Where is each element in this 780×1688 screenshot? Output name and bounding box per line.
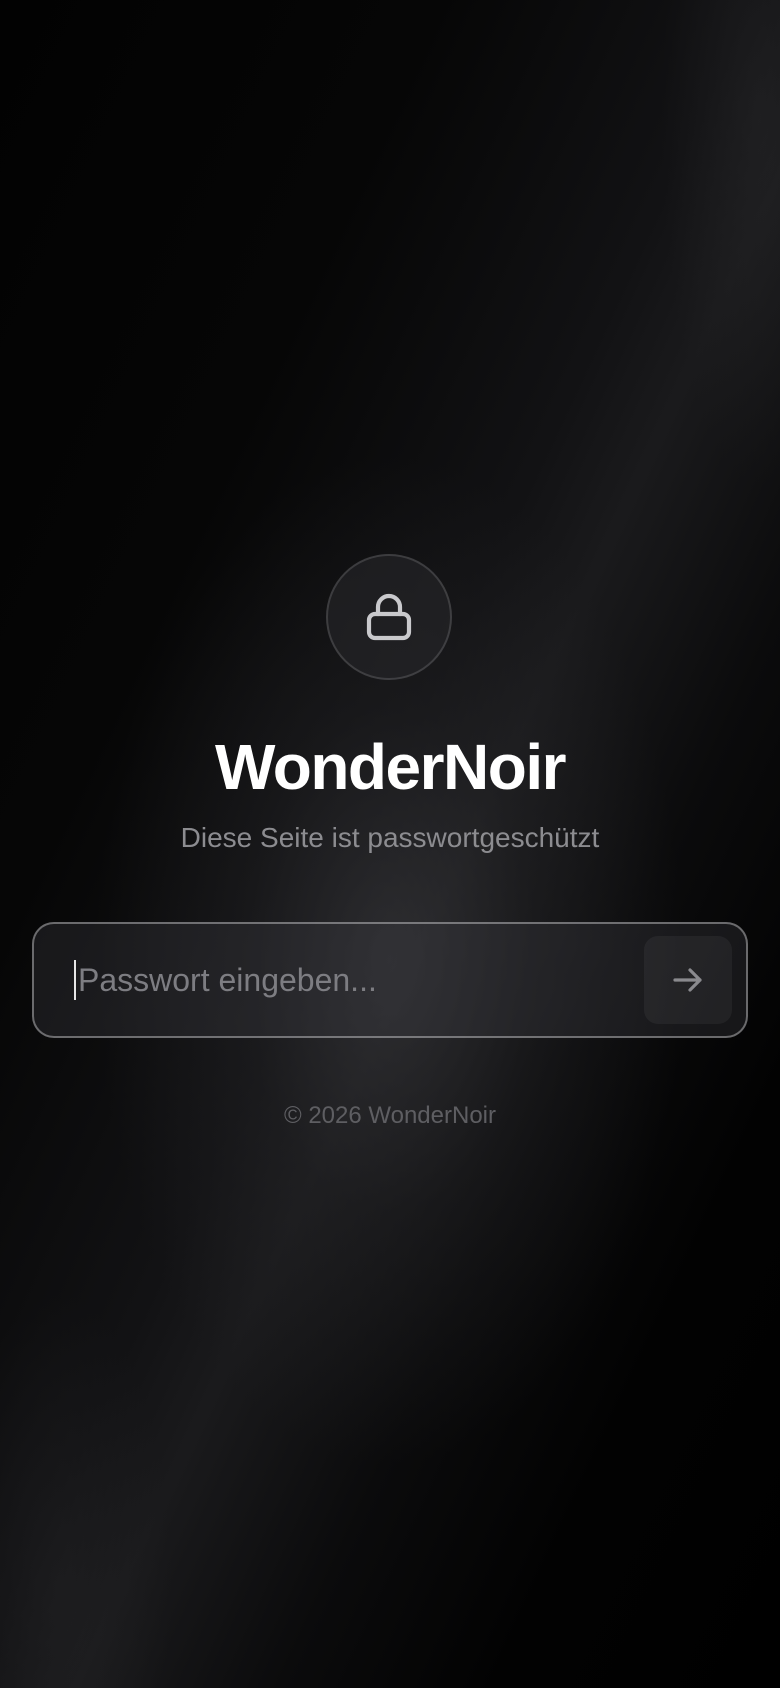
- text-caret: [74, 960, 76, 1000]
- submit-button[interactable]: [644, 936, 732, 1024]
- page-title: WonderNoir: [214, 731, 567, 803]
- page-subtitle: Diese Seite ist passwortgeschützt: [180, 822, 600, 853]
- footer-copyright: © 2026 WonderNoir: [283, 1102, 496, 1129]
- background-glow-bottom: [0, 1088, 260, 1688]
- background-glow-top: [580, 0, 780, 700]
- password-form: [32, 922, 748, 1038]
- password-input[interactable]: [74, 952, 638, 1008]
- lock-badge: [326, 554, 452, 680]
- arrow-right-icon: [673, 968, 702, 992]
- lock-icon: [366, 593, 412, 641]
